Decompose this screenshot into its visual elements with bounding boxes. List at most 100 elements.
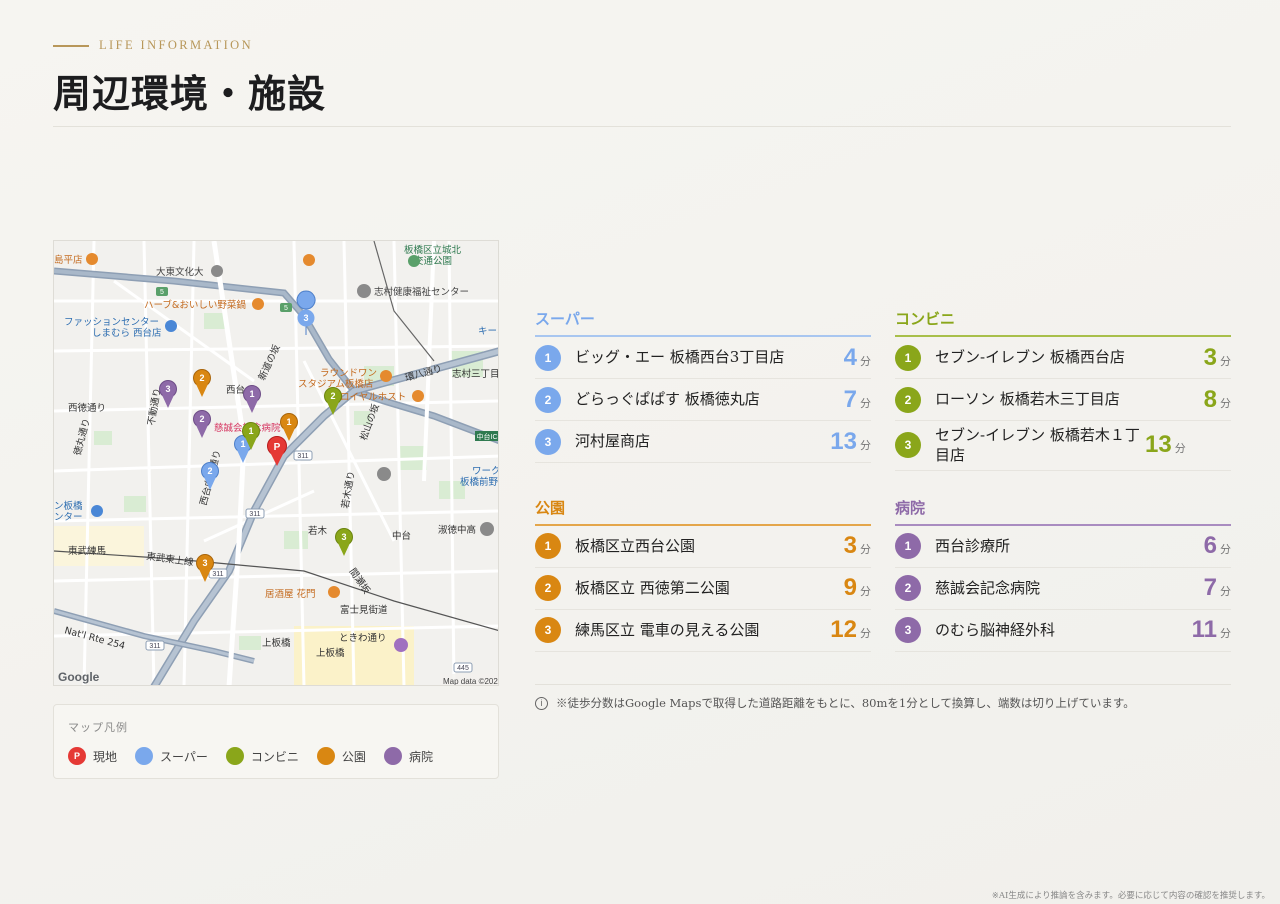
rank-badge: 3 bbox=[535, 617, 561, 643]
park-dot-icon bbox=[316, 747, 335, 765]
rank-badge: 2 bbox=[535, 386, 561, 413]
svg-text:東武練馬: 東武練馬 bbox=[68, 545, 106, 557]
walk-time: 11 分 bbox=[1192, 616, 1231, 644]
walk-unit: 分 bbox=[860, 396, 871, 410]
walk-unit: 分 bbox=[1220, 627, 1231, 640]
list-item: 3 練馬区立 電車の見える公園 12 分 bbox=[535, 610, 871, 652]
facility-name: ビッグ・エー 板橋西台3丁目店 bbox=[575, 348, 785, 367]
rank-badge: 1 bbox=[535, 533, 561, 559]
list-item: 3 セブン-イレブン 板橋若木１丁目店 13 分 bbox=[895, 421, 1231, 471]
school-icon bbox=[480, 522, 494, 536]
rank-badge: 3 bbox=[895, 617, 921, 643]
svg-text:ハーブ&おいしい野菜鍋: ハーブ&おいしい野菜鍋 bbox=[144, 299, 246, 311]
walk-unit: 分 bbox=[860, 543, 871, 556]
walk-time: 9分 bbox=[844, 574, 871, 602]
facility-name: 練馬区立 電車の見える公園 bbox=[575, 620, 760, 639]
svg-text:ン板橋: ン板橋 bbox=[54, 500, 83, 512]
walk-minutes: 11 bbox=[1191, 616, 1217, 643]
restaurant-icon bbox=[412, 390, 424, 402]
walk-minutes: 6 bbox=[1203, 532, 1217, 559]
svg-text:2: 2 bbox=[199, 373, 204, 383]
facility-name: 西台診療所 bbox=[935, 536, 1011, 555]
walk-time: 3分 bbox=[844, 532, 871, 560]
rank-badge: 3 bbox=[535, 428, 561, 455]
svg-text:311: 311 bbox=[212, 571, 223, 578]
svg-text:若木: 若木 bbox=[308, 525, 328, 537]
svg-text:3: 3 bbox=[303, 313, 308, 323]
legend-label: 公園 bbox=[341, 749, 366, 764]
svg-text:ラウンドワン: ラウンドワン bbox=[320, 368, 377, 379]
site-marker-icon: P bbox=[68, 747, 86, 765]
facility-name: 板橋区立 西徳第二公園 bbox=[575, 578, 730, 597]
walk-unit: 分 bbox=[860, 627, 871, 640]
conveni-dot-icon bbox=[225, 747, 244, 765]
map-legend: マップ凡例 P 現地 スーパー コンビニ 公園 病院 bbox=[53, 704, 499, 779]
list-item: 1 ビッグ・エー 板橋西台3丁目店 4分 bbox=[535, 337, 871, 379]
rank-badge: 2 bbox=[895, 386, 921, 413]
walk-unit: 分 bbox=[1220, 396, 1231, 410]
svg-text:富士見街道: 富士見街道 bbox=[340, 604, 388, 616]
ai-disclaimer: ※AI生成により推論を含みます。必要に応じて内容の確認を推奨します。 bbox=[991, 891, 1270, 901]
svg-text:居酒屋 花門: 居酒屋 花門 bbox=[265, 588, 316, 600]
walk-time: 8分 bbox=[1204, 386, 1231, 414]
landmark-icon bbox=[357, 284, 371, 298]
note-text: ※徒歩分数はGoogle Mapsで取得した道路距離をもとに、80mを1分として… bbox=[556, 696, 1135, 710]
area-map[interactable]: 5 5 311 311 311 311 445 中台IC 大東文化大 島平店 ハ… bbox=[53, 240, 499, 686]
walk-time: 7分 bbox=[1204, 574, 1231, 602]
facility-name: のむら脳神経外科 bbox=[935, 620, 1056, 639]
museum-icon bbox=[394, 638, 408, 652]
legend-item-super: スーパー bbox=[135, 747, 208, 765]
legend-label: スーパー bbox=[160, 749, 208, 764]
super-dot-icon bbox=[135, 747, 154, 765]
walk-unit: 分 bbox=[1220, 585, 1231, 598]
category-title: 病院 bbox=[895, 497, 1231, 526]
svg-text:3: 3 bbox=[341, 532, 346, 542]
svg-text:ファッションセンター: ファッションセンター bbox=[64, 317, 159, 328]
category-park: 公園 1 板橋区立西台公園 3分 2 板橋区立 西徳第二公園 9分 3 練馬区立… bbox=[535, 497, 871, 652]
svg-text:板橋前野: 板橋前野 bbox=[460, 476, 499, 488]
walk-time: 6分 bbox=[1204, 532, 1231, 560]
cafe-icon bbox=[303, 254, 315, 266]
svg-text:淑徳中高: 淑徳中高 bbox=[438, 524, 476, 536]
walk-minutes: 3 bbox=[843, 532, 857, 559]
walk-time: 7分 bbox=[844, 386, 871, 414]
legend-item-hospital: 病院 bbox=[383, 747, 433, 765]
rank-badge: 2 bbox=[895, 575, 921, 601]
svg-text:上板橋: 上板橋 bbox=[316, 647, 345, 659]
facility-name: ローソン 板橋若木三丁目店 bbox=[935, 390, 1120, 409]
walk-minutes: 12 bbox=[830, 616, 857, 643]
walk-time: 13 分 bbox=[830, 428, 871, 456]
category-hospital: 病院 1 西台診療所 6分 2 慈誠会記念病院 7分 3 のむら脳神経外科 11… bbox=[895, 497, 1231, 652]
entertainment-icon bbox=[380, 370, 392, 382]
walk-minutes: 13 bbox=[830, 427, 857, 455]
svg-text:2: 2 bbox=[207, 466, 212, 476]
list-item: 2 板橋区立 西徳第二公園 9分 bbox=[535, 568, 871, 610]
svg-text:1: 1 bbox=[240, 439, 245, 449]
svg-text:上板橋: 上板橋 bbox=[262, 637, 291, 649]
svg-text:ンター: ンター bbox=[54, 512, 83, 523]
svg-text:しまむら 西台店: しまむら 西台店 bbox=[92, 327, 162, 339]
svg-text:P: P bbox=[274, 442, 281, 453]
svg-text:311: 311 bbox=[149, 643, 160, 650]
svg-text:西台: 西台 bbox=[226, 384, 245, 396]
svg-text:311: 311 bbox=[297, 453, 308, 460]
svg-text:1: 1 bbox=[248, 426, 253, 436]
walk-time: 4分 bbox=[844, 344, 871, 372]
list-item: 3 のむら脳神経外科 11 分 bbox=[895, 610, 1231, 652]
svg-text:311: 311 bbox=[249, 511, 260, 518]
rank-badge: 1 bbox=[895, 344, 921, 371]
list-item: 1 板橋区立西台公園 3分 bbox=[535, 526, 871, 568]
restaurant-icon bbox=[252, 298, 264, 310]
svg-text:西徳通り: 西徳通り bbox=[68, 402, 106, 414]
walk-time-note: i ※徒歩分数はGoogle Mapsで取得した道路距離をもとに、80mを1分と… bbox=[535, 684, 1231, 711]
legend-item-park: 公園 bbox=[316, 747, 366, 765]
info-icon: i bbox=[535, 696, 548, 710]
facility-name: どらっぐぱぱす 板橋徳丸店 bbox=[575, 390, 760, 409]
walk-unit: 分 bbox=[1220, 354, 1231, 368]
svg-text:1: 1 bbox=[286, 417, 291, 427]
map-canvas[interactable]: 5 5 311 311 311 311 445 中台IC 大東文化大 島平店 ハ… bbox=[54, 241, 499, 686]
page-title: 周辺環境・施設 bbox=[53, 71, 327, 116]
svg-text:3: 3 bbox=[202, 558, 207, 568]
legend-items: P 現地 スーパー コンビニ 公園 病院 bbox=[68, 747, 484, 765]
walk-minutes: 3 bbox=[1203, 343, 1217, 371]
